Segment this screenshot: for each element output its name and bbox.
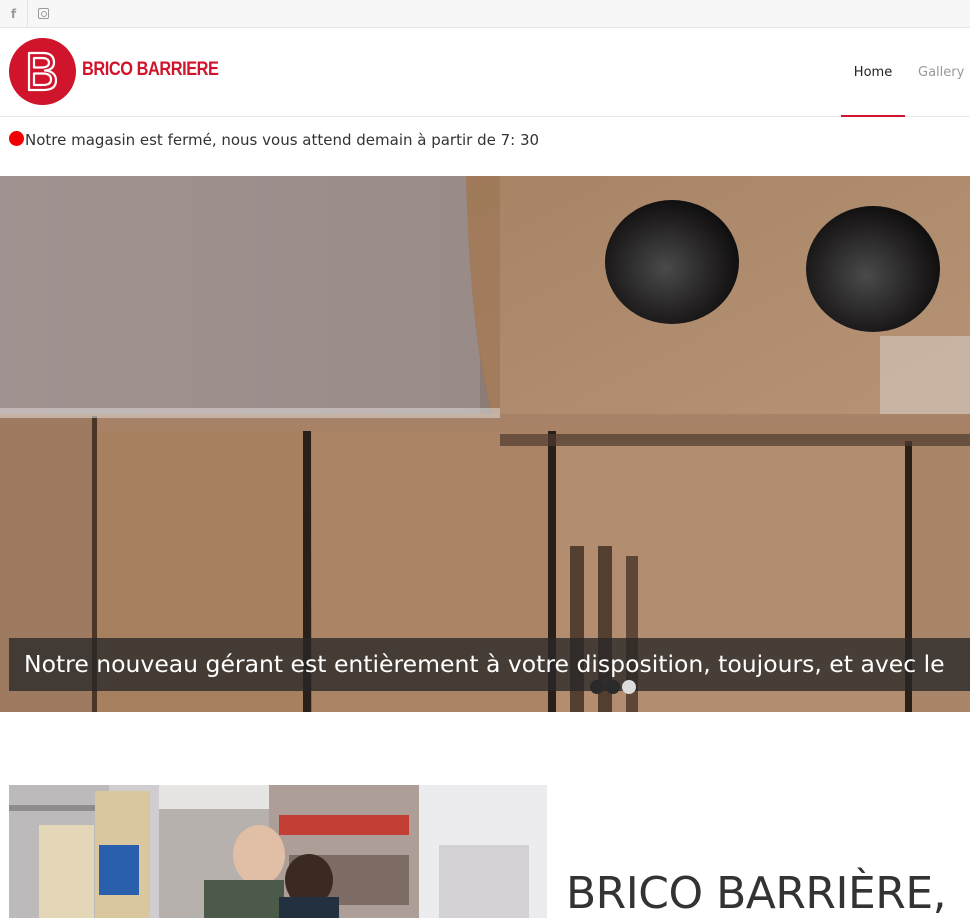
slider-dots bbox=[590, 680, 636, 694]
hero-bricks-image bbox=[0, 176, 970, 712]
closed-status-dot-icon bbox=[9, 131, 24, 146]
instagram-link[interactable] bbox=[29, 0, 57, 27]
instagram-icon bbox=[37, 8, 49, 19]
brand-name[interactable]: BRICO BARRIERE bbox=[82, 59, 219, 81]
shop-interior-image bbox=[9, 785, 547, 918]
hero-slider[interactable] bbox=[0, 176, 970, 712]
nav-home[interactable]: Home bbox=[841, 28, 905, 117]
slide-dot-1[interactable] bbox=[590, 680, 604, 694]
top-social-bar: f bbox=[0, 0, 970, 28]
about-heading: BRICO BARRIÈRE, bbox=[566, 868, 947, 918]
facebook-link[interactable]: f bbox=[0, 0, 28, 27]
slide-dot-3[interactable] bbox=[622, 680, 636, 694]
shop-interior-photo bbox=[9, 785, 547, 918]
facebook-icon: f bbox=[10, 6, 17, 21]
hero-caption: Notre nouveau gérant est entièrement à v… bbox=[9, 638, 970, 691]
nav-gallery[interactable]: Gallery bbox=[918, 28, 964, 116]
store-status-notice: Notre magasin est fermé, nous vous atten… bbox=[9, 131, 539, 149]
site-header: BRICO BARRIERE Home Gallery bbox=[0, 28, 970, 117]
store-status-text: Notre magasin est fermé, nous vous atten… bbox=[25, 131, 540, 149]
slide-dot-2[interactable] bbox=[606, 680, 620, 694]
brico-barriere-logo bbox=[9, 38, 76, 105]
